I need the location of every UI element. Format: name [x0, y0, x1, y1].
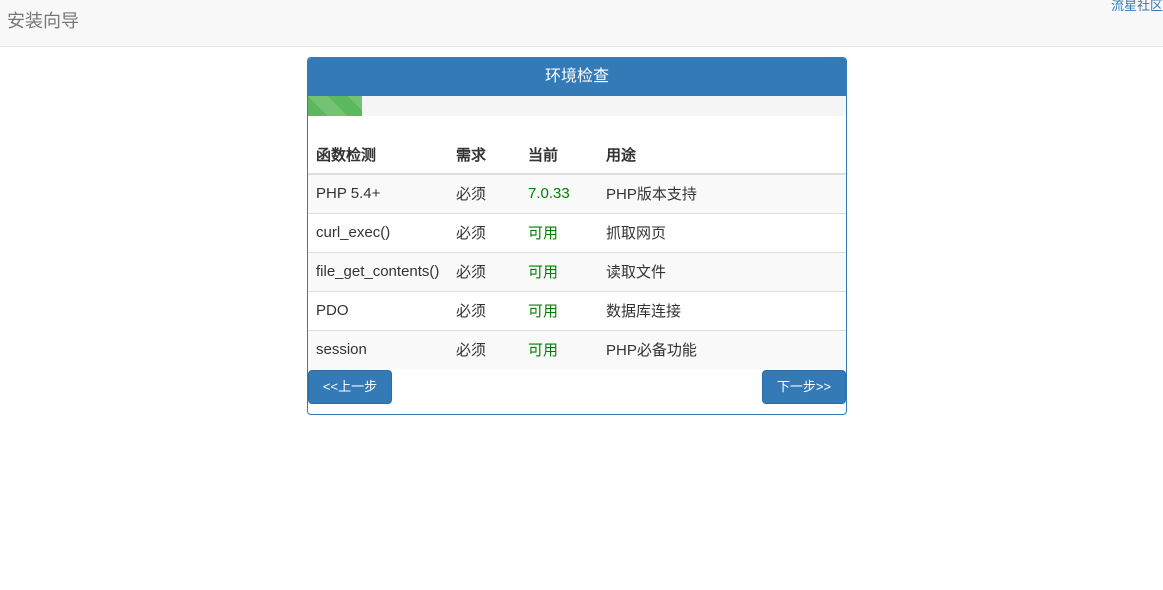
- env-check-table: 函数检测 需求 当前 用途 PHP 5.4+ 必须 7.0.33 PHP版本支持…: [308, 136, 846, 369]
- table-row: PDO 必须 可用 数据库连接: [308, 290, 846, 330]
- table-row: file_get_contents() 必须 可用 读取文件: [308, 251, 846, 291]
- row-current: 可用: [520, 251, 598, 291]
- row-function: session: [308, 329, 448, 369]
- row-purpose: 数据库连接: [598, 290, 846, 330]
- install-progress-bar: [308, 96, 362, 116]
- table-row: PHP 5.4+ 必须 7.0.33 PHP版本支持: [308, 173, 846, 213]
- header-require: 需求: [448, 136, 520, 175]
- row-purpose: PHP版本支持: [598, 173, 846, 213]
- row-purpose: 读取文件: [598, 251, 846, 291]
- navbar-brand[interactable]: 安装向导: [7, 10, 79, 32]
- env-check-table-wrap: 函数检测 需求 当前 用途 PHP 5.4+ 必须 7.0.33 PHP版本支持…: [308, 136, 846, 369]
- row-require: 必须: [448, 290, 520, 330]
- row-function: PHP 5.4+: [308, 173, 448, 213]
- top-navbar: 安装向导 流星社区: [0, 0, 1163, 47]
- table-header-row: 函数检测 需求 当前 用途: [308, 136, 846, 175]
- row-purpose: PHP必备功能: [598, 329, 846, 369]
- row-function: curl_exec(): [308, 212, 448, 252]
- table-row: session 必须 可用 PHP必备功能: [308, 329, 846, 369]
- prev-step-button[interactable]: <<上一步: [308, 370, 392, 404]
- community-link[interactable]: 流星社区: [1111, 0, 1163, 14]
- row-function: file_get_contents(): [308, 251, 448, 291]
- row-require: 必须: [448, 173, 520, 213]
- header-function: 函数检测: [308, 136, 448, 175]
- row-current: 可用: [520, 290, 598, 330]
- row-function: PDO: [308, 290, 448, 330]
- header-current: 当前: [520, 136, 598, 175]
- table-row: curl_exec() 必须 可用 抓取网页: [308, 212, 846, 252]
- next-step-button[interactable]: 下一步>>: [762, 370, 846, 404]
- install-progress: [308, 96, 846, 116]
- row-require: 必须: [448, 212, 520, 252]
- row-current: 可用: [520, 329, 598, 369]
- row-current: 7.0.33: [520, 173, 598, 213]
- row-require: 必须: [448, 251, 520, 291]
- panel-title: 环境检查: [308, 58, 846, 96]
- row-require: 必须: [448, 329, 520, 369]
- env-check-panel: 环境检查 函数检测 需求 当前 用途 PHP 5.4+ 必须 7.0.33 PH…: [307, 57, 847, 415]
- row-current: 可用: [520, 212, 598, 252]
- row-purpose: 抓取网页: [598, 212, 846, 252]
- header-purpose: 用途: [598, 136, 846, 175]
